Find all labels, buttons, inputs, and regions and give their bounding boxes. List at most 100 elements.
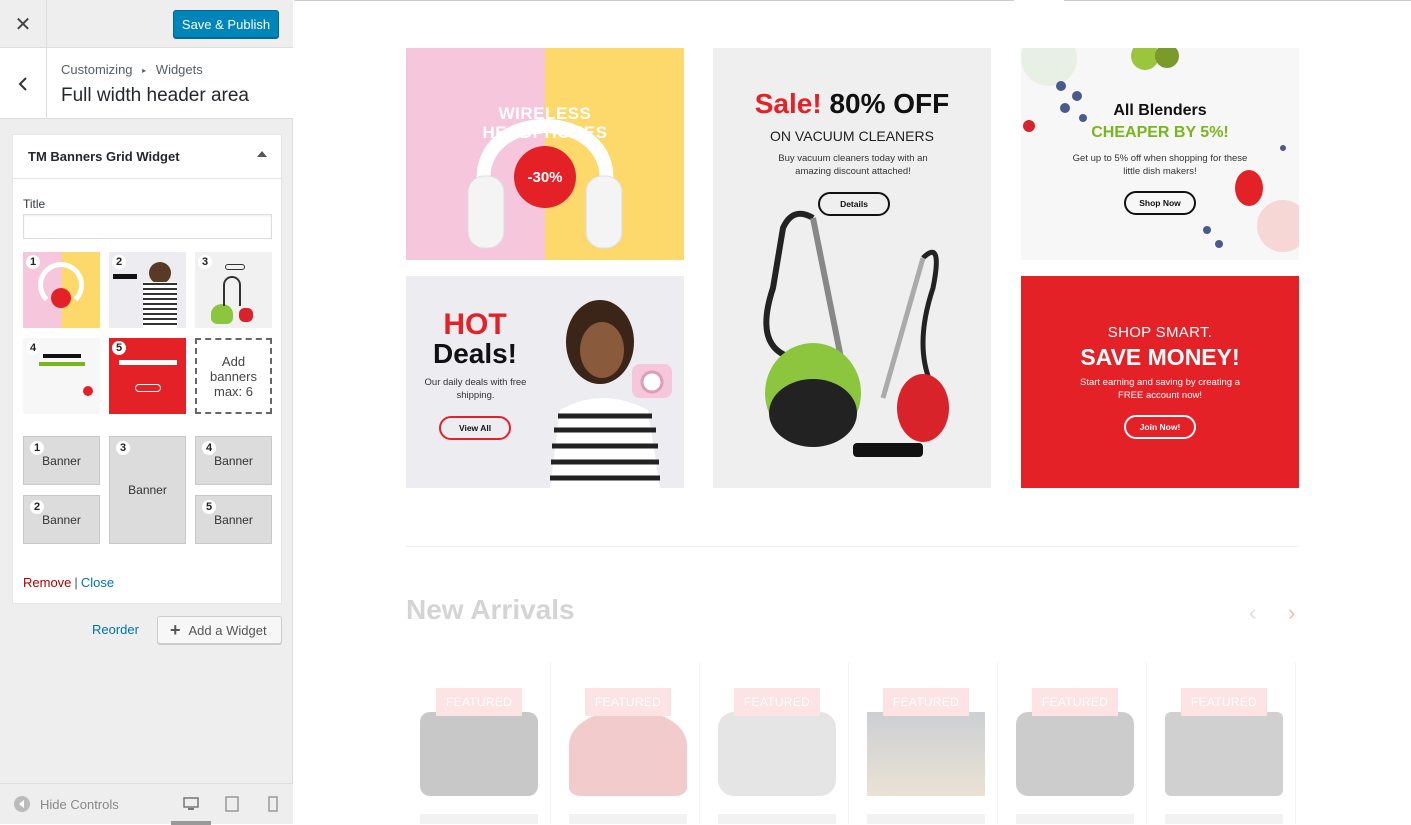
- thumb-number: 4: [26, 341, 40, 355]
- section-divider: [406, 546, 1299, 547]
- desktop-preview-icon[interactable]: [183, 796, 199, 812]
- active-device-indicator: [171, 821, 211, 825]
- product-card[interactable]: FEATURED: [406, 662, 551, 824]
- slot-label: Banner: [214, 453, 253, 468]
- banner-thumb-2[interactable]: 2: [109, 252, 186, 328]
- save-publish-button[interactable]: Save & Publish: [173, 10, 279, 39]
- add-banners-button[interactable]: Add banners max: 6: [195, 338, 272, 414]
- product-name-placeholder: [420, 814, 538, 824]
- banner1-line2: HEADPHONES: [482, 123, 608, 142]
- collapse-icon: [14, 796, 30, 812]
- title-label: Title: [23, 197, 46, 211]
- layout-slot-3[interactable]: 3 Banner: [109, 436, 186, 544]
- banner-hot-deals[interactable]: HOT Deals! Our daily deals with free shi…: [406, 276, 684, 488]
- title-input[interactable]: [23, 214, 272, 239]
- close-link[interactable]: Close: [81, 575, 114, 590]
- layout-slot-2[interactable]: 2 Banner: [23, 495, 100, 544]
- product-card[interactable]: FEATURED: [555, 662, 700, 824]
- widget-actions: Remove | Close: [23, 575, 114, 590]
- featured-badge: FEATURED: [1181, 688, 1267, 716]
- hide-controls-label: Hide Controls: [40, 796, 119, 812]
- slot-number: 4: [202, 441, 216, 455]
- featured-badge: FEATURED: [585, 688, 671, 716]
- layout-slot-5[interactable]: 5 Banner: [195, 495, 272, 544]
- slot-number: 3: [116, 441, 130, 455]
- banners-grid-widget: TM Banners Grid Widget Title 1 2 3 4 5 A…: [12, 134, 282, 604]
- blenders-text-icon: [43, 354, 81, 358]
- slot-label: Banner: [42, 512, 81, 527]
- thumb-number: 1: [26, 255, 40, 269]
- banner-headphones[interactable]: WIRELESS HEADPHONES -30%: [406, 48, 684, 260]
- back-button[interactable]: [0, 48, 47, 119]
- tv-photo: [867, 712, 985, 796]
- banner5-title: SHOP SMART.: [1107, 324, 1213, 341]
- mobile-preview-icon[interactable]: [265, 796, 281, 812]
- red-vacuum-icon: [239, 308, 253, 322]
- green-vacuum-icon: [211, 304, 233, 324]
- banner3-off: 80% OFF: [829, 88, 950, 119]
- product-card[interactable]: FEATURED: [704, 662, 849, 824]
- banner5-subtitle: SAVE MONEY!: [1080, 344, 1240, 370]
- save-money-text-icon: [119, 360, 177, 365]
- banner2-deals: Deals!: [432, 338, 518, 369]
- section-title: Full width header area: [61, 85, 249, 106]
- widget-header[interactable]: TM Banners Grid Widget: [13, 135, 281, 179]
- collapse-arrow-icon[interactable]: [257, 151, 267, 157]
- chevron-left-icon: [18, 76, 27, 91]
- banner3-sub: ON VACUUM CLEANERS: [770, 128, 934, 144]
- reorder-link[interactable]: Reorder: [92, 622, 139, 637]
- carousel-prev-icon[interactable]: ‹: [1249, 600, 1256, 626]
- deals-text-icon: [113, 274, 137, 279]
- hide-controls-button[interactable]: Hide Controls: [14, 796, 119, 812]
- featured-badge: FEATURED: [883, 688, 969, 716]
- site-preview: WIRELESS HEADPHONES -30% HOT Deals! Our …: [294, 0, 1411, 824]
- banner-thumb-5[interactable]: 5: [109, 338, 186, 414]
- banner-thumb-3[interactable]: 3: [195, 252, 272, 328]
- layout-slot-1[interactable]: 1 Banner: [23, 436, 100, 485]
- nav-underline: [294, 0, 1014, 1]
- new-arrivals-title: New Arrivals: [406, 594, 575, 625]
- thumb-number: 5: [112, 341, 126, 355]
- carousel-next-icon[interactable]: ›: [1288, 600, 1295, 626]
- camcorder-photo: [718, 712, 836, 796]
- shop-now-button[interactable]: Shop Now: [1124, 191, 1196, 215]
- discount-badge-icon: [51, 288, 71, 308]
- product-card[interactable]: FEATURED: [1002, 662, 1147, 824]
- slot-label: Banner: [128, 483, 167, 497]
- banner-thumb-1[interactable]: 1: [23, 252, 100, 328]
- thumb-number: 3: [198, 255, 212, 269]
- view-all-button[interactable]: View All: [439, 416, 511, 440]
- cheaper-text-icon: [39, 362, 85, 366]
- add-widget-button[interactable]: + Add a Widget: [157, 616, 282, 644]
- join-now-button[interactable]: Join Now!: [1124, 415, 1196, 439]
- customizer-footer: Hide Controls: [0, 783, 293, 825]
- nav-underline: [1064, 0, 1411, 1]
- close-icon[interactable]: ✕: [0, 0, 47, 48]
- banner-save-money[interactable]: SHOP SMART. SAVE MONEY! Start earning an…: [1021, 276, 1299, 488]
- banner-blenders[interactable]: All Blenders CHEAPER BY 5%! Get up to 5%…: [1021, 48, 1299, 260]
- banner2-hot: HOT: [443, 308, 507, 341]
- tablet-preview-icon[interactable]: [224, 796, 240, 812]
- layout-slot-4[interactable]: 4 Banner: [195, 436, 272, 485]
- product-name-placeholder: [718, 814, 836, 824]
- discount-badge: -30%: [514, 146, 576, 208]
- vacuum-cleaners-photo: [763, 210, 949, 457]
- product-card[interactable]: FEATURED: [853, 662, 998, 824]
- slot-number: 1: [30, 441, 44, 455]
- woman-photo-icon: [149, 262, 171, 284]
- striped-shirt-icon: [143, 282, 177, 328]
- woman-with-camera-photo: [550, 300, 672, 488]
- banner-thumb-4[interactable]: 4: [23, 338, 100, 414]
- product-card[interactable]: FEATURED: [1151, 662, 1296, 824]
- details-pill-icon: [225, 264, 245, 270]
- product-name-placeholder: [867, 814, 985, 824]
- featured-badge: FEATURED: [734, 688, 820, 716]
- remove-link[interactable]: Remove: [23, 575, 71, 590]
- section-header: Customizing ▸ Widgets Full width header …: [0, 48, 293, 119]
- banner3-desc: Buy vacuum cleaners today with an amazin…: [778, 153, 928, 177]
- banner-vacuum-sale[interactable]: Sale! 80% OFF ON VACUUM CLEANERS Buy vac…: [713, 48, 991, 488]
- separator: |: [74, 575, 78, 590]
- featured-badge: FEATURED: [1032, 688, 1118, 716]
- banner3-headline: Sale! 80% OFF: [713, 88, 991, 120]
- product-name-placeholder: [1016, 814, 1134, 824]
